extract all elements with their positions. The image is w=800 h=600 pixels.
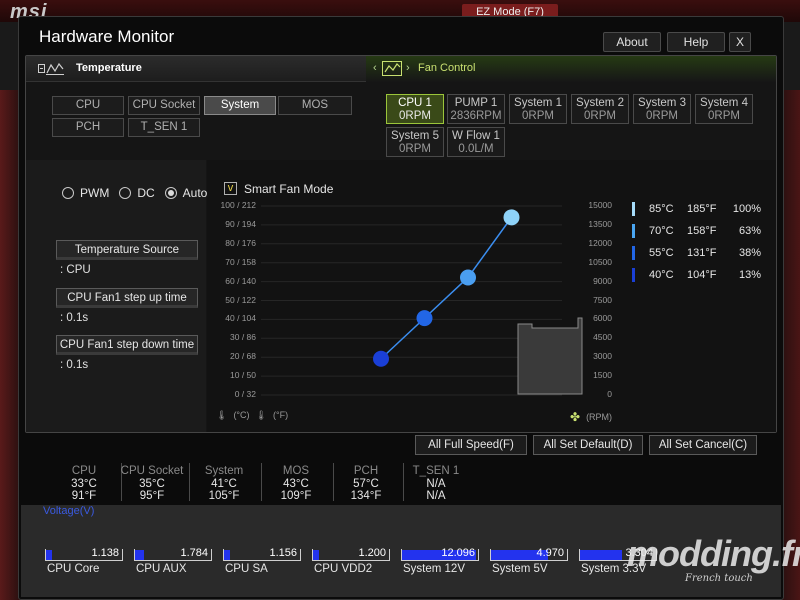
voltage-name: CPU Core <box>47 563 100 575</box>
temp-readout-f: 95°F <box>139 490 165 502</box>
voltage-meter: 12.096 <box>401 547 487 561</box>
voltage-value: 1.200 <box>358 547 386 559</box>
temp-readout-c: 33°C <box>71 477 97 490</box>
window-title: Hardware Monitor <box>39 27 175 46</box>
voltage-name: System 5V <box>492 563 548 575</box>
legend-p: 13% <box>738 269 761 281</box>
bios-background-left <box>0 90 20 600</box>
temp-readout: CPU Socket 35°C 95°F <box>119 465 185 503</box>
all-set-default-button[interactable]: All Set Default(D) <box>533 435 643 455</box>
temp-readout-f: 105°F <box>208 490 240 502</box>
thermometer-icon: 🌡 <box>216 410 228 420</box>
fan-icon: ✤ <box>570 410 581 424</box>
voltage-name: System 12V <box>403 563 465 575</box>
thermometer-icon: 🌡 <box>255 410 267 420</box>
voltage-meter: 1.784 <box>134 547 220 561</box>
curve-segment <box>467 216 513 278</box>
voltage-value: 1.156 <box>269 547 297 559</box>
temp-readout-f: 134°F <box>350 490 382 502</box>
temp-readout-c: 57°C <box>353 477 379 490</box>
temp-readout: System 41°C 105°F <box>191 465 257 503</box>
fan-curve-points <box>373 209 520 367</box>
legend-f: 158°F <box>687 225 717 237</box>
temp-readout-name: PCH <box>353 465 379 477</box>
fan-curve-line <box>380 216 513 360</box>
legend-row: 55°C 131°F 38% <box>632 246 761 260</box>
voltage-value: 1.784 <box>180 547 208 559</box>
temp-readout-name: CPU Socket <box>120 465 184 477</box>
fan-curve-chart[interactable] <box>26 56 776 432</box>
legend-f: 104°F <box>687 269 717 281</box>
legend-row: 40°C 104°F 13% <box>632 268 761 282</box>
temp-readout-name: T_SEN 1 <box>412 465 460 477</box>
chart-grid <box>261 205 562 396</box>
legend-c: 70°C <box>649 225 674 237</box>
voltage-meter: 1.138 <box>45 547 131 561</box>
temp-separator <box>189 463 190 501</box>
curve-point-3[interactable] <box>460 269 476 286</box>
watermark-logo: modding.fr <box>627 533 800 574</box>
voltage-name: CPU SA <box>225 563 268 575</box>
legend-f: 185°F <box>687 203 717 215</box>
all-full-speed-button[interactable]: All Full Speed(F) <box>415 435 527 455</box>
watermark-tagline: French touch <box>685 573 753 584</box>
voltage-meter: 4.970 <box>490 547 576 561</box>
legend-row: 85°C 185°F 100% <box>632 202 761 216</box>
legend-swatch <box>632 224 635 238</box>
temp-readout-c: 35°C <box>139 477 165 490</box>
temp-readout-name: System <box>204 465 244 477</box>
voltage-name: CPU VDD2 <box>314 563 373 575</box>
legend-p: 100% <box>732 203 761 215</box>
bios-background-right <box>782 90 800 600</box>
voltage-value: 12.096 <box>441 547 475 559</box>
voltage-value: 1.138 <box>91 547 119 559</box>
legend-c: 55°C <box>649 247 674 259</box>
legend-c: 40°C <box>649 269 674 281</box>
legend-row: 70°C 158°F 63% <box>632 224 761 238</box>
close-button[interactable]: X <box>729 32 751 52</box>
voltage-value: 4.970 <box>536 547 564 559</box>
rpm-label: (RPM) <box>586 412 613 422</box>
temp-readout: PCH 57°C 134°F <box>333 465 399 503</box>
celsius-label: (°C) <box>233 410 250 420</box>
rpm-axis-unit: ✤ (RPM) <box>570 410 612 424</box>
about-button[interactable]: About <box>603 32 661 52</box>
all-set-cancel-button[interactable]: All Set Cancel(C) <box>649 435 757 455</box>
temp-readout-c: 41°C <box>211 477 237 490</box>
temp-readout-name: CPU <box>71 465 97 477</box>
temp-separator <box>261 463 262 501</box>
voltage-name: CPU AUX <box>136 563 187 575</box>
temp-readout: T_SEN 1 N/A N/A <box>403 465 469 503</box>
x-axis-units: 🌡 (°C) 🌡 (°F) <box>216 410 288 421</box>
help-button[interactable]: Help <box>667 32 725 52</box>
temp-readout-c: 43°C <box>283 477 309 490</box>
temp-readout-name: MOS <box>282 465 310 477</box>
curve-point-4[interactable] <box>503 209 520 226</box>
legend-p: 38% <box>738 247 761 259</box>
hardware-monitor-window: Hardware Monitor About Help X Temperatur… <box>18 16 800 600</box>
curve-segment <box>423 276 469 319</box>
fahrenheit-label: (°F) <box>272 410 289 420</box>
legend-p: 63% <box>738 225 761 237</box>
curve-point-2[interactable] <box>416 310 433 327</box>
legend-f: 131°F <box>687 247 717 259</box>
voltage-meter: 1.200 <box>312 547 398 561</box>
temp-readout-f: 109°F <box>280 490 312 502</box>
legend-swatch <box>632 246 635 260</box>
temp-readout: MOS 43°C 109°F <box>263 465 329 503</box>
temp-readout-f: 91°F <box>71 490 97 502</box>
temp-readout: CPU 33°C 91°F <box>51 465 117 503</box>
legend-swatch <box>632 268 635 282</box>
voltage-meter: 1.156 <box>223 547 309 561</box>
rpm-history-area <box>517 317 583 395</box>
curve-point-1[interactable] <box>373 350 389 367</box>
legend-swatch <box>632 202 635 216</box>
temp-readout-f: N/A <box>426 490 446 502</box>
voltage-title: Voltage(V) <box>43 505 95 517</box>
legend-c: 85°C <box>649 203 674 215</box>
monitor-panel: Temperature ‹ › Fan Control CPU CPU Sock… <box>25 55 777 433</box>
temp-readout-c: N/A <box>426 477 446 490</box>
rpm-history-graph <box>517 317 583 395</box>
